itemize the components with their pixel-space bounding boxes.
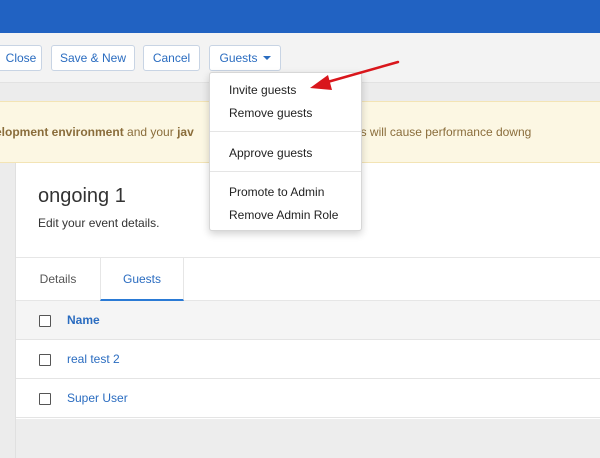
- guests-button-label: Guests: [219, 51, 258, 65]
- menu-divider: [210, 131, 361, 132]
- tab-guests[interactable]: Guests: [100, 258, 184, 301]
- select-all-checkbox[interactable]: [39, 315, 51, 327]
- tab-bar: Details Guests: [16, 257, 600, 301]
- menu-item-remove-admin-role[interactable]: Remove Admin Role: [229, 208, 338, 222]
- annotation-arrow-icon: [310, 60, 400, 90]
- guests-table: Name real test 2 Super User: [16, 301, 600, 418]
- top-nav-bar: [0, 0, 600, 33]
- guests-dropdown-menu: Invite guests Remove guests Approve gues…: [209, 72, 362, 231]
- tab-details[interactable]: Details: [16, 258, 100, 301]
- guest-name-link[interactable]: Super User: [67, 379, 128, 418]
- warning-text-bold-1: elopment environment: [0, 125, 124, 139]
- menu-item-promote-to-admin[interactable]: Promote to Admin: [229, 185, 324, 199]
- row-checkbox[interactable]: [39, 354, 51, 366]
- page-subtitle: Edit your event details.: [38, 216, 160, 230]
- table-row: real test 2: [16, 340, 600, 379]
- name-column-header[interactable]: Name: [67, 301, 100, 340]
- save-and-new-button[interactable]: Save & New: [51, 45, 135, 71]
- page-title: ongoing 1: [38, 185, 126, 207]
- warning-text-plain-1: and your: [123, 125, 178, 139]
- menu-item-invite-guests[interactable]: Invite guests: [229, 83, 296, 97]
- menu-item-approve-guests[interactable]: Approve guests: [229, 146, 312, 160]
- table-row: Super User: [16, 379, 600, 418]
- table-header-row: Name: [16, 301, 600, 340]
- warning-text-bold-2: jav: [177, 125, 194, 139]
- table-footer-area: [16, 419, 600, 458]
- menu-item-remove-guests[interactable]: Remove guests: [229, 106, 312, 120]
- row-checkbox[interactable]: [39, 393, 51, 405]
- cancel-button[interactable]: Cancel: [143, 45, 200, 71]
- caret-down-icon: [262, 55, 271, 60]
- guests-dropdown-button[interactable]: Guests: [209, 45, 281, 71]
- guest-name-link[interactable]: real test 2: [67, 340, 120, 379]
- close-button[interactable]: Close: [0, 45, 42, 71]
- menu-divider: [210, 171, 361, 172]
- warning-text-plain-2: . This will cause performance downg: [337, 125, 532, 139]
